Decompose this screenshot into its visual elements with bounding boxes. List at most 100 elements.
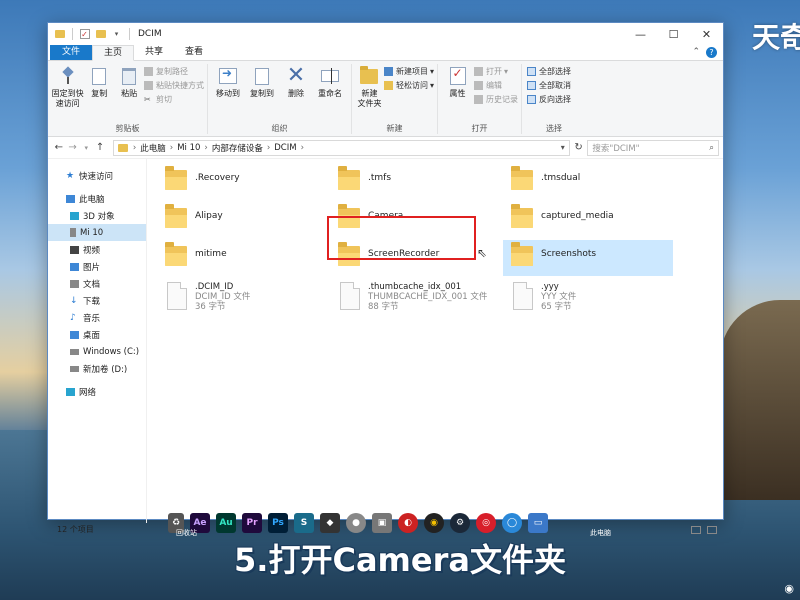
nav-item-drive-c[interactable]: Windows (C:) (48, 343, 146, 360)
folder-item[interactable]: .tmsdual (503, 164, 673, 200)
folder-item[interactable]: mitime (157, 240, 327, 276)
navigation-bar: ← → ▾ ↑ › 此电脑 › Mi 10 › 内部存储设备 › DCIM › … (48, 137, 723, 159)
search-icon: ⌕ (709, 142, 714, 153)
steam-icon[interactable]: ⚙ (450, 513, 470, 533)
nav-item-mi10[interactable]: Mi 10 (48, 224, 146, 241)
folder-item[interactable]: Alipay (157, 202, 327, 238)
open-button[interactable]: 打开 ▾ (474, 66, 518, 77)
forward-arrow-icon[interactable]: → (66, 142, 80, 153)
new-folder-quick-icon[interactable] (95, 29, 106, 40)
cut-button[interactable]: ✂ 剪切 (144, 94, 204, 105)
browser-icon[interactable]: ◯ (502, 513, 522, 533)
nav-item-network[interactable]: 网络 (48, 383, 146, 400)
drive-icon (70, 365, 79, 372)
help-icon[interactable]: ? (706, 46, 717, 58)
chevron-down-icon[interactable]: ▾ (79, 144, 93, 152)
move-icon (219, 68, 237, 84)
close-button[interactable]: ✕ (690, 23, 723, 45)
tab-share[interactable]: 共享 (134, 45, 174, 60)
nav-item-this-pc[interactable]: 此电脑 (48, 190, 146, 207)
file-item[interactable]: .DCIM_ID DCIM_ID 文件 36 字节 (157, 278, 327, 314)
breadcrumb-this-pc[interactable]: 此电脑 (140, 142, 166, 154)
video-icon (70, 245, 79, 254)
app-icon[interactable]: ◉ (424, 513, 444, 533)
netease-music-icon[interactable]: ◎ (476, 513, 496, 533)
file-icon (340, 282, 360, 310)
select-all-icon (527, 67, 536, 76)
nav-item-desktop[interactable]: 桌面 (48, 326, 146, 343)
photoshop-icon[interactable]: Ps (268, 513, 288, 533)
tab-view[interactable]: 查看 (174, 45, 214, 60)
folder-item[interactable]: captured_media (503, 202, 673, 238)
back-arrow-icon[interactable]: ← (52, 142, 66, 153)
breadcrumb-mi10[interactable]: Mi 10 (177, 143, 200, 153)
address-bar[interactable]: › 此电脑 › Mi 10 › 内部存储设备 › DCIM › ▾ (112, 139, 570, 156)
folder-item[interactable]: .Recovery (157, 164, 327, 200)
nav-item-documents[interactable]: 文档 (48, 275, 146, 292)
3ds-max-icon[interactable]: S (294, 513, 314, 533)
details-view-icon[interactable] (691, 525, 701, 534)
search-input[interactable]: 搜索"DCIM" ⌕ (587, 139, 719, 156)
nav-item-pictures[interactable]: 图片 (48, 258, 146, 275)
chevron-down-icon[interactable]: ▾ (561, 143, 565, 152)
tab-home[interactable]: 主页 (92, 45, 135, 61)
folder-item[interactable]: .tmfs (330, 164, 500, 200)
clipboard-icon (122, 67, 137, 85)
chevron-down-icon[interactable]: ▾ (111, 29, 122, 40)
edit-button[interactable]: 编辑 (474, 80, 518, 91)
folder-icon (165, 204, 187, 228)
file-list: .Recovery .tmfs .tmsdual Alipay Camera c… (147, 159, 723, 523)
app-icon[interactable]: ▣ (372, 513, 392, 533)
file-icon (167, 282, 187, 310)
edit-icon (474, 81, 483, 90)
large-icons-view-icon[interactable] (707, 525, 717, 534)
new-item-button[interactable]: 新建项目 ▾ (383, 66, 434, 77)
refresh-icon[interactable]: ↻ (570, 142, 588, 153)
nav-item-drive-d[interactable]: 新加卷 (D:) (48, 360, 146, 377)
maximize-button[interactable]: ☐ (657, 23, 690, 45)
tab-file[interactable]: 文件 (50, 45, 93, 60)
camera-highlight-box (327, 216, 476, 260)
properties-quick-icon[interactable]: ✓ (79, 29, 90, 40)
select-all-button[interactable]: 全部选择 (527, 66, 571, 77)
up-arrow-icon[interactable]: ↑ (93, 142, 107, 153)
select-none-button[interactable]: 全部取消 (527, 80, 571, 91)
ribbon-tabs: 文件 主页 共享 查看 ⌃ ? (48, 45, 723, 61)
folder-item-selected[interactable]: Screenshots (503, 240, 673, 276)
breadcrumb-internal-storage[interactable]: 内部存储设备 (212, 142, 263, 154)
breadcrumb-dcim[interactable]: DCIM (274, 143, 296, 153)
nav-item-downloads[interactable]: ↓ 下载 (48, 292, 146, 309)
ribbon-group-new: 新建 文件夹 新建项目 ▾ 轻松访问 ▾ 新建 (352, 64, 438, 134)
nav-item-videos[interactable]: 视频 (48, 241, 146, 258)
nav-item-3d-objects[interactable]: 3D 对象 (48, 207, 146, 224)
audition-icon[interactable]: Au (216, 513, 236, 533)
nav-item-music[interactable]: ♪ 音乐 (48, 309, 146, 326)
minimize-button[interactable]: — (624, 23, 657, 45)
file-explorer-window: ✓ ▾ DCIM — ☐ ✕ 文件 主页 共享 查看 ⌃ ? 固定到快速访问 复… (47, 22, 724, 534)
phone-icon (70, 228, 76, 237)
app-icon[interactable]: ◐ (398, 513, 418, 533)
premiere-icon[interactable]: Pr (242, 513, 262, 533)
chevron-up-icon[interactable]: ⌃ (692, 47, 700, 57)
explorer-body: ★ 快速访问 此电脑 3D 对象 Mi 10 视频 图片 文档 ↓ 下载 ♪ 音乐 桌… (48, 159, 723, 523)
computer-icon (66, 194, 75, 203)
nav-item-quick-access[interactable]: ★ 快速访问 (48, 167, 146, 184)
paste-shortcut-button[interactable]: 粘贴快捷方式 (144, 80, 204, 91)
file-item[interactable]: .thumbcache_idx_001 THUMBCACHE_IDX_001 文件… (330, 278, 500, 314)
picture-icon (70, 262, 79, 271)
easy-access-button[interactable]: 轻松访问 ▾ (383, 80, 434, 91)
this-pc-icon[interactable]: ▭ (528, 513, 548, 533)
delete-icon: ✕ (286, 63, 306, 88)
history-button[interactable]: 历史记录 (474, 94, 518, 105)
tray-icon[interactable]: ◉ (784, 582, 794, 595)
title-bar: ✓ ▾ DCIM — ☐ ✕ (48, 23, 723, 45)
copy-path-button[interactable]: 复制路径 (144, 66, 204, 77)
ribbon: 固定到快速访问 复制 粘贴 复制路径 粘贴快捷方式 ✂剪切 剪贴板 移动到 (48, 61, 723, 137)
invert-selection-button[interactable]: 反向选择 (527, 94, 571, 105)
app-icon[interactable]: ● (346, 513, 366, 533)
open-icon (474, 67, 483, 76)
unity-icon[interactable]: ◆ (320, 513, 340, 533)
file-item[interactable]: .yyy YYY 文件 65 字节 (503, 278, 673, 314)
folder-icon (165, 242, 187, 266)
breadcrumb-separator: › (266, 142, 271, 153)
